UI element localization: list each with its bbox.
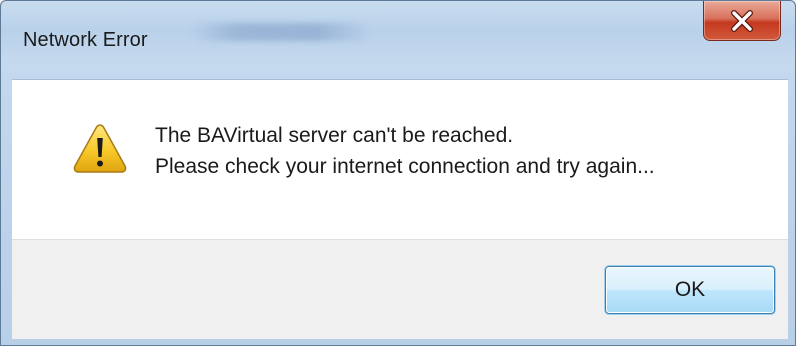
- ok-button[interactable]: OK: [605, 266, 775, 314]
- dialog-title: Network Error: [23, 29, 148, 51]
- error-dialog: Network Error The BAVirtual server can't…: [0, 0, 796, 346]
- close-button[interactable]: [703, 1, 781, 41]
- close-icon: [704, 1, 780, 40]
- button-bar: OK: [12, 239, 788, 339]
- message-line-1: The BAVirtual server can't be reached.: [155, 124, 514, 147]
- message-area: The BAVirtual server can't be reached. P…: [12, 79, 788, 240]
- message-line-2: Please check your internet connection an…: [155, 155, 655, 178]
- frame-left-edge: [1, 61, 12, 345]
- warning-icon: [72, 122, 128, 174]
- blurred-title-text: [191, 23, 371, 41]
- title-bar[interactable]: Network Error: [1, 1, 795, 79]
